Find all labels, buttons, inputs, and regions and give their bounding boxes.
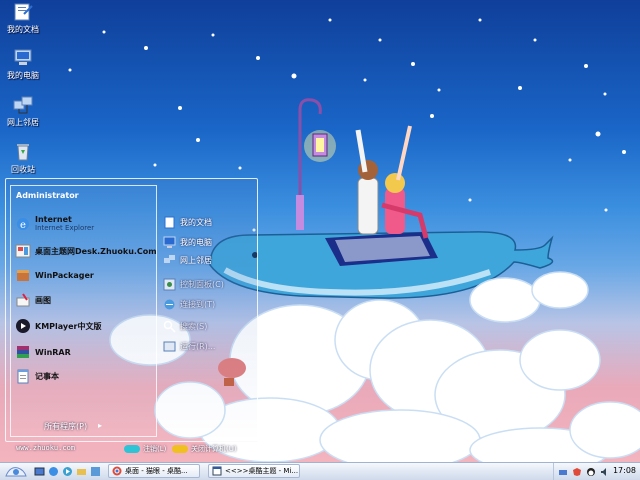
lamp-post <box>296 98 336 230</box>
program-theme-site[interactable]: 桌面主题网Desk.Zhuoku.Com <box>15 241 157 261</box>
couple <box>355 125 429 239</box>
winrar-icon <box>17 346 29 358</box>
desktop-icon-my-computer[interactable]: 我的电脑 <box>2 48 44 81</box>
connect-icon <box>164 299 175 309</box>
shutdown-label: 关闭计算机(U) <box>191 445 237 453</box>
program-subtitle: Internet Explorer <box>35 224 95 232</box>
network-places-icon <box>13 96 33 114</box>
shutdown-icon <box>172 445 188 453</box>
logoff-button[interactable]: 注销(L) <box>124 444 166 454</box>
kmplayer-icon <box>16 319 30 333</box>
program-winpackager[interactable]: WinPackager <box>15 265 94 285</box>
program-paint[interactable]: 画图 <box>15 290 51 310</box>
place-my-computer[interactable]: 我的电脑 <box>163 234 212 250</box>
logoff-icon <box>124 445 140 453</box>
run-icon <box>163 341 176 351</box>
my-computer-icon <box>14 49 32 65</box>
place-label: 网上邻居 <box>180 255 212 265</box>
place-label: 搜索(S) <box>180 321 208 331</box>
desktop-icon-recycle-bin[interactable]: 回收站 <box>2 142 44 175</box>
logoff-label: 注销(L) <box>143 445 167 453</box>
svg-text:e: e <box>20 220 26 231</box>
qq-icon[interactable] <box>586 467 596 477</box>
place-connect-to[interactable]: 连接到(T) <box>163 296 215 312</box>
volume-icon[interactable] <box>600 467 610 477</box>
place-network-places[interactable]: 网上邻居 <box>163 252 212 268</box>
place-label: 连接到(T) <box>180 299 216 309</box>
recycle-bin-icon <box>17 144 29 161</box>
program-name: 记事本 <box>35 371 59 381</box>
program-name: Internet <box>35 215 72 224</box>
media-player-icon[interactable] <box>62 466 73 477</box>
taskbar-item-browser[interactable]: 桌面 - 猫眼 - 桌酷... <box>108 464 200 478</box>
desktop-icon-label: 网上邻居 <box>7 118 39 127</box>
network-icon[interactable] <box>558 467 568 477</box>
desktop-icon-label: 回收站 <box>11 165 35 174</box>
user-name: Administrator <box>16 191 79 200</box>
place-run[interactable]: 运行(R)... <box>163 338 215 354</box>
paint-icon <box>16 293 30 307</box>
security-icon[interactable] <box>572 467 582 477</box>
program-winrar[interactable]: WinRAR <box>15 342 71 362</box>
program-internet-explorer[interactable]: e Internet Internet Explorer <box>15 214 94 234</box>
program-name: KMPlayer中文版 <box>35 321 102 331</box>
all-programs-button[interactable]: 所有程序(P) <box>44 421 87 432</box>
start-button[interactable] <box>2 464 30 479</box>
show-desktop-icon[interactable] <box>34 466 45 477</box>
desktop-icon-my-documents[interactable]: 我的文档 <box>2 2 44 35</box>
chevron-right-icon: ▸ <box>98 421 103 430</box>
clock: 17:08 <box>612 466 636 475</box>
desktop-icon-label: 我的文档 <box>7 25 39 34</box>
program-name: 桌面主题网Desk.Zhuoku.Com <box>35 246 157 256</box>
my-documents-icon <box>14 3 33 21</box>
folder-icon[interactable] <box>76 466 87 477</box>
network-places-icon <box>164 254 175 263</box>
window-icon <box>212 466 222 476</box>
site-url: www.zhuoku.com <box>16 444 76 452</box>
control-panel-icon <box>163 278 176 290</box>
program-name: WinRAR <box>35 347 71 357</box>
explorer-icon[interactable] <box>90 466 101 477</box>
shutdown-button[interactable]: 关闭计算机(U) <box>172 444 237 454</box>
program-name: WinPackager <box>35 270 94 280</box>
taskbar: 桌面 - 猫眼 - 桌酷... <<>>桌酷主题 - Mi... 17:08 <box>0 462 640 480</box>
packager-icon <box>17 270 29 281</box>
ie-icon[interactable] <box>48 466 59 477</box>
place-label: 控制面板(C) <box>180 279 224 289</box>
place-label: 运行(R)... <box>180 341 216 351</box>
place-search[interactable]: 搜索(S) <box>163 318 207 334</box>
search-icon <box>163 320 176 333</box>
program-notepad[interactable]: 记事本 <box>15 366 59 386</box>
my-documents-icon <box>164 216 175 228</box>
chrome-icon <box>112 466 122 476</box>
desktop-icon-network-places[interactable]: 网上邻居 <box>2 95 44 128</box>
desktop-icon-label: 我的电脑 <box>7 71 39 80</box>
taskbar-item-label: 桌面 - 猫眼 - 桌酷... <box>125 467 188 475</box>
program-name: 画图 <box>35 295 51 305</box>
place-label: 我的电脑 <box>180 237 212 247</box>
place-my-documents[interactable]: 我的文档 <box>163 214 212 230</box>
program-kmplayer[interactable]: KMPlayer中文版 <box>15 316 102 336</box>
place-label: 我的文档 <box>180 217 212 227</box>
taskbar-item-label: <<>>桌酷主题 - Mi... <box>225 467 299 475</box>
ie-icon: e <box>17 218 29 231</box>
place-control-panel[interactable]: 控制面板(C) <box>163 276 224 292</box>
taskbar-item-theme-window[interactable]: <<>>桌酷主题 - Mi... <box>208 464 300 478</box>
my-computer-icon <box>163 236 176 248</box>
theme-site-icon <box>15 244 31 258</box>
notepad-icon <box>17 369 29 384</box>
